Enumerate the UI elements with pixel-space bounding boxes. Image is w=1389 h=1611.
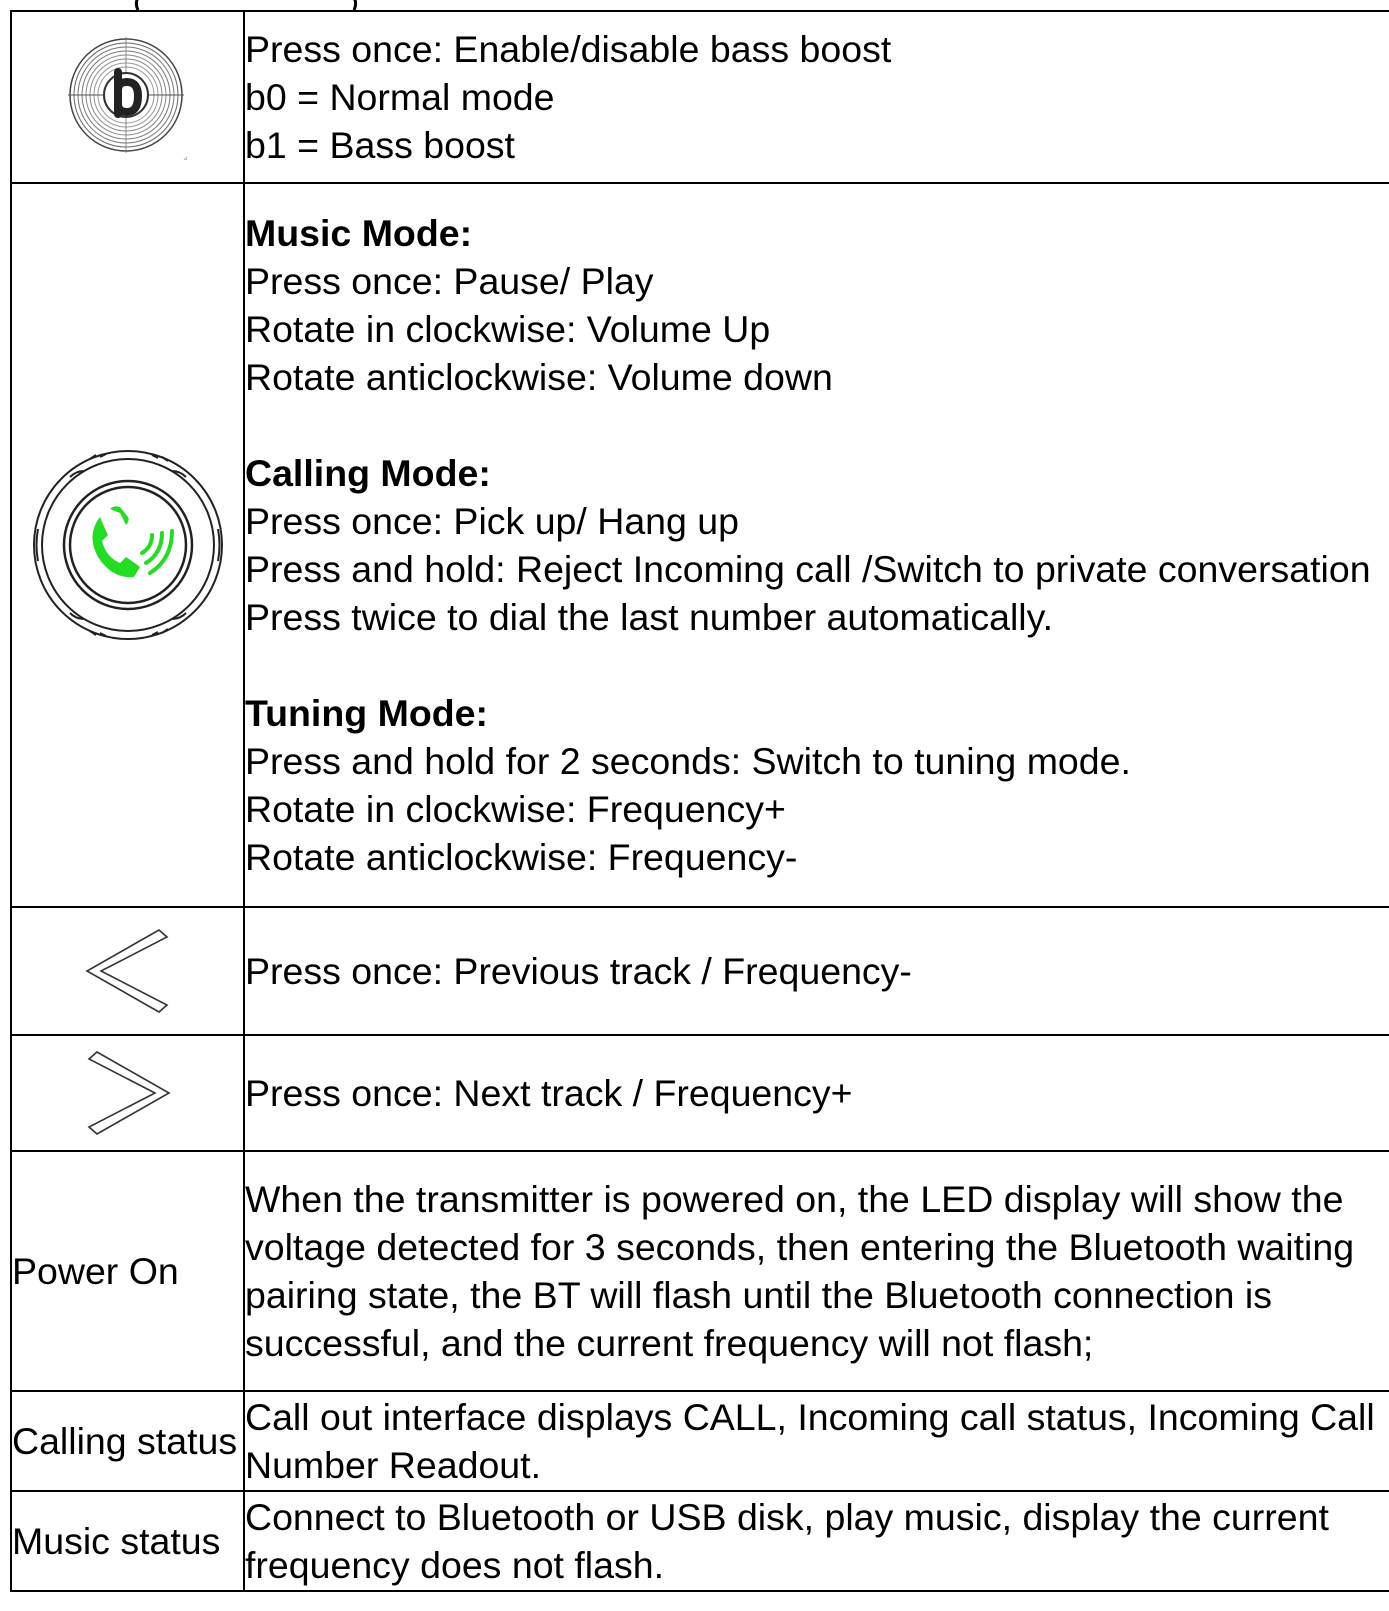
description-line: Press twice to dial the last number auto… (245, 596, 1053, 638)
description-text: Connect to Bluetooth or USB disk, play m… (245, 1496, 1329, 1586)
description-text: Call out interface displays CALL, Incomi… (245, 1396, 1375, 1486)
description-line: Press and hold for 2 seconds: Switch to … (245, 740, 1131, 782)
phone-knob-icon (12, 447, 243, 643)
clipped-heading-fragment (0, 0, 1389, 10)
description-line: Press and hold: Reject Incoming call /Sw… (245, 548, 1371, 590)
icon-cell (10, 1034, 245, 1152)
table-row: Calling status Call out interface displa… (10, 1390, 1389, 1492)
description-cell: Press once: Previous track / Frequency- (243, 906, 1389, 1036)
description-cell: When the transmitter is powered on, the … (243, 1150, 1389, 1392)
row-label: Music status (10, 1490, 245, 1592)
description-line: Rotate anticlockwise: Frequency- (245, 836, 798, 878)
table-row: Power On When the transmitter is powered… (10, 1150, 1389, 1392)
description-cell: Connect to Bluetooth or USB disk, play m… (243, 1490, 1389, 1592)
description-cell: Call out interface displays CALL, Incomi… (243, 1390, 1389, 1492)
description-line: Rotate in clockwise: Frequency+ (245, 788, 786, 830)
icon-cell: ⊿ (10, 10, 245, 184)
description-line: Press once: Pause/ Play (245, 260, 654, 302)
row-label: Power On (10, 1150, 245, 1392)
description-line: Press once: Pick up/ Hang up (245, 500, 740, 542)
svg-text:⊿: ⊿ (183, 155, 188, 162)
previous-chevron-icon (12, 928, 243, 1014)
description-line: b1 = Bass boost (245, 124, 515, 166)
description-line: Rotate anticlockwise: Volume down (245, 356, 833, 398)
table-row: Music Mode: Press once: Pause/ Play Rota… (10, 182, 1389, 908)
bass-boost-knob-icon: ⊿ (12, 32, 243, 162)
tuning-mode-heading: Tuning Mode: (245, 692, 488, 734)
icon-cell (10, 182, 245, 908)
table-row: Music status Connect to Bluetooth or USB… (10, 1490, 1389, 1592)
description-line: Press once: Enable/disable bass boost (245, 28, 892, 70)
music-mode-heading: Music Mode: (245, 212, 473, 254)
icon-cell (10, 906, 245, 1036)
description-cell: Music Mode: Press once: Pause/ Play Rota… (243, 182, 1389, 908)
description-line: Press once: Previous track / Frequency- (245, 950, 912, 992)
calling-mode-heading: Calling Mode: (245, 452, 491, 494)
table-row: Press once: Next track / Frequency+ (10, 1034, 1389, 1152)
table-row: Press once: Previous track / Frequency- (10, 906, 1389, 1036)
row-label: Calling status (10, 1390, 245, 1492)
next-chevron-icon (12, 1050, 243, 1136)
description-cell: Press once: Next track / Frequency+ (243, 1034, 1389, 1152)
description-line: b0 = Normal mode (245, 76, 555, 118)
description-line: Press once: Next track / Frequency+ (245, 1072, 853, 1114)
description-cell: Press once: Enable/disable bass boost b0… (243, 10, 1389, 184)
controls-table: ⊿ Press once: Enable/disable bass boost … (10, 10, 1389, 1592)
description-text: When the transmitter is powered on, the … (245, 1178, 1355, 1364)
description-line: Rotate in clockwise: Volume Up (245, 308, 771, 350)
table-row: ⊿ Press once: Enable/disable bass boost … (10, 10, 1389, 184)
